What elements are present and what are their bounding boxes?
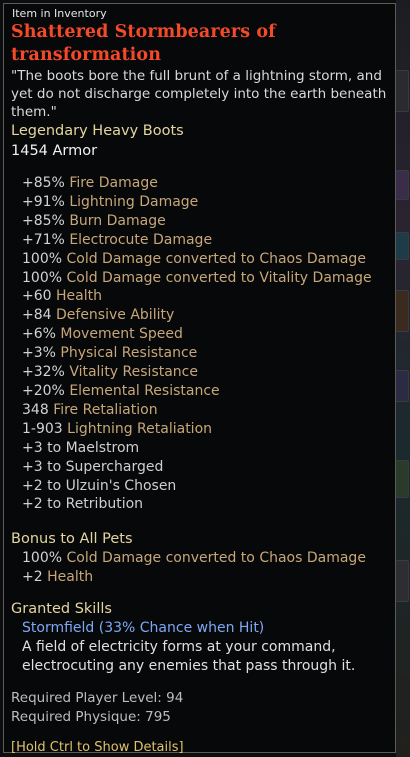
stat-label: Fire Retaliation bbox=[53, 401, 158, 418]
stat-label: Cold Damage converted to Chaos Damage bbox=[66, 250, 366, 267]
stat-label: Health bbox=[56, 288, 102, 305]
stat-label: Elemental Resistance bbox=[69, 382, 220, 399]
stat-label: Cold Damage converted to Chaos Damage bbox=[66, 550, 366, 567]
stat-value: +20% bbox=[22, 382, 65, 399]
required-level-label: Required Player Level: bbox=[11, 690, 162, 707]
inventory-slot bbox=[395, 70, 409, 112]
pet-stat-line: 100% Cold Damage converted to Chaos Dama… bbox=[11, 549, 388, 568]
stat-value: +6% bbox=[22, 326, 56, 343]
stat-line: +84 Defensive Ability bbox=[11, 306, 388, 325]
stat-line: +6% Movement Speed bbox=[11, 325, 388, 344]
skill-bonus-line: +2 to Ulzuin's Chosen bbox=[22, 477, 177, 494]
required-level-value: 94 bbox=[166, 690, 184, 707]
stat-line: 348 Fire Retaliation bbox=[11, 401, 388, 420]
stat-list: +85% Fire Damage +91% Lightning Damage +… bbox=[11, 174, 388, 514]
granted-skill-description: A field of electricity forms at your com… bbox=[22, 639, 356, 675]
pet-bonus-heading: Bonus to All Pets bbox=[11, 531, 133, 548]
item-type: Legendary Heavy Boots bbox=[11, 123, 184, 139]
tooltip-context-label: Item in Inventory bbox=[12, 7, 107, 20]
stat-line: +32% Vitality Resistance bbox=[11, 363, 388, 382]
skill-bonus-line: +3 to Supercharged bbox=[22, 458, 164, 475]
stat-label: Fire Damage bbox=[69, 175, 158, 191]
required-physique-value: 795 bbox=[145, 709, 171, 726]
inventory-slot bbox=[395, 460, 409, 498]
stat-value: 100% bbox=[22, 550, 63, 567]
stat-label: Movement Speed bbox=[60, 326, 183, 343]
stat-label: Lightning Damage bbox=[69, 193, 199, 210]
stat-value: +60 bbox=[22, 288, 52, 305]
inventory-slot bbox=[395, 370, 409, 402]
stat-value: +84 bbox=[22, 307, 52, 324]
stat-line: 100% Cold Damage converted to Chaos Dama… bbox=[11, 250, 388, 269]
inventory-slot bbox=[395, 290, 409, 332]
stat-line: +3% Physical Resistance bbox=[11, 344, 388, 363]
stat-label: Vitality Resistance bbox=[69, 364, 198, 381]
pet-stat-line: +2 Health bbox=[11, 568, 388, 587]
stat-line: +20% Elemental Resistance bbox=[11, 382, 388, 401]
item-flavor-text: "The boots bore the full brunt of a ligh… bbox=[11, 68, 387, 120]
skill-bonus-line: +2 to Retribution bbox=[22, 496, 144, 513]
item-armor: 1454 Armor bbox=[11, 143, 98, 159]
stat-value: 100% bbox=[22, 269, 63, 286]
stat-label: Lightning Retaliation bbox=[67, 420, 213, 437]
required-physique: Required Physique: 795 bbox=[11, 708, 388, 727]
stat-line: +85% Fire Damage bbox=[11, 174, 388, 193]
stat-value: 1-903 bbox=[22, 420, 63, 437]
stat-line: 100% Cold Damage converted to Vitality D… bbox=[11, 269, 388, 288]
stat-value: +85% bbox=[22, 175, 65, 191]
stat-value: 100% bbox=[22, 250, 63, 267]
stat-line: +60 Health bbox=[11, 287, 388, 306]
stat-line: +85% Burn Damage bbox=[11, 212, 388, 231]
stat-label: Cold Damage converted to Vitality Damage bbox=[66, 269, 372, 286]
item-tooltip: Item in Inventory Shattered Stormbearers… bbox=[3, 3, 396, 755]
stat-value: +91% bbox=[22, 193, 65, 210]
granted-skill-name: Stormfield (33% Chance when Hit) bbox=[22, 620, 265, 637]
required-physique-label: Required Physique: bbox=[11, 709, 141, 726]
stat-value: +2 bbox=[22, 569, 43, 586]
stat-label: Electrocute Damage bbox=[69, 231, 213, 248]
stat-value: +32% bbox=[22, 364, 65, 381]
inventory-backdrop bbox=[395, 0, 410, 757]
inventory-slot bbox=[395, 232, 409, 260]
item-name: Shattered Stormbearers of transformation bbox=[11, 22, 276, 65]
stat-line: +71% Electrocute Damage bbox=[11, 231, 388, 250]
stat-label: Defensive Ability bbox=[56, 307, 175, 324]
stat-value: +71% bbox=[22, 231, 65, 248]
stat-label: Physical Resistance bbox=[60, 345, 198, 362]
inventory-slot bbox=[395, 560, 409, 602]
granted-skills-heading: Granted Skills bbox=[11, 601, 112, 618]
required-level: Required Player Level: 94 bbox=[11, 689, 388, 708]
stat-line: +91% Lightning Damage bbox=[11, 193, 388, 212]
stat-label: Health bbox=[47, 569, 94, 586]
skill-bonus-line: +3 to Maelstrom bbox=[22, 439, 140, 456]
stat-label: Burn Damage bbox=[69, 212, 166, 229]
inventory-slot bbox=[395, 170, 409, 200]
stat-value: 348 bbox=[22, 401, 49, 418]
game-screen: Item in Inventory Shattered Stormbearers… bbox=[0, 0, 410, 757]
stat-value: +3% bbox=[22, 345, 56, 362]
show-details-hint: [Hold Ctrl to Show Details] bbox=[11, 740, 184, 756]
stat-line: 1-903 Lightning Retaliation bbox=[11, 420, 388, 439]
stat-value: +85% bbox=[22, 212, 65, 229]
